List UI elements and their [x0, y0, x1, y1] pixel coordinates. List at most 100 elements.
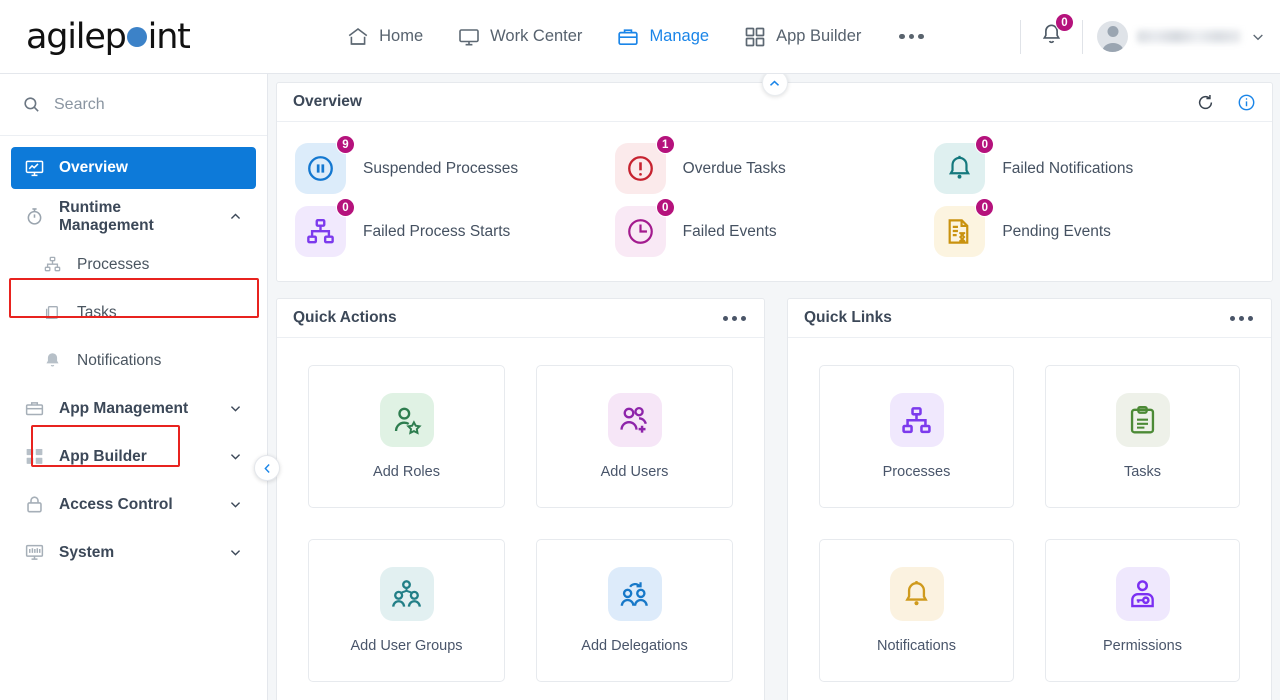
topnav-more-menu-icon[interactable]	[893, 28, 930, 46]
notification-bell-button[interactable]: 0	[1035, 12, 1074, 56]
overview-panel: Overview 9 Suspended Processes 1 Overdue…	[276, 74, 1273, 282]
tile-icon-background	[1115, 567, 1170, 621]
system-monitor-icon	[25, 544, 44, 560]
toolbox-icon	[25, 402, 44, 416]
bell-outline-icon	[905, 580, 928, 605]
quick-links-tiles: Processes Tasks Notifications Permission…	[788, 338, 1271, 700]
topnav-label-manage: Manage	[649, 27, 710, 45]
quick-links-panel: Quick Links Processes Tasks Notification…	[787, 298, 1272, 700]
sidebar-label-system: System	[59, 543, 115, 561]
top-header: agilep int Home Work Center Manage App B…	[0, 0, 1280, 74]
sidebar-label-runtime-management: Runtime Management	[59, 198, 154, 234]
tile-notifications[interactable]: Notifications	[819, 539, 1014, 682]
tile-add-users[interactable]: Add Users	[536, 365, 733, 508]
stat-label: Failed Events	[682, 222, 777, 240]
overview-actions	[1196, 93, 1256, 112]
logo-dot-icon	[126, 26, 147, 47]
sidebar-collapse-button[interactable]	[254, 455, 280, 481]
quick-actions-tiles: Add Roles Add Users Add User Groups Add …	[277, 338, 764, 700]
stat-label: Pending Events	[1002, 222, 1111, 240]
tile-add-roles[interactable]: Add Roles	[308, 365, 505, 508]
people-group-icon	[392, 579, 421, 607]
topnav-label-work-center: Work Center	[490, 27, 583, 45]
quick-links-header: Quick Links	[788, 299, 1271, 338]
logo-text-part2: int	[147, 16, 191, 57]
topnav-item-app-builder[interactable]: App Builder	[741, 21, 863, 53]
sidebar-label-processes: Processes	[77, 255, 150, 273]
stat-label: Failed Notifications	[1002, 159, 1134, 177]
tile-tasks[interactable]: Tasks	[1045, 365, 1240, 508]
chevron-left-icon	[263, 463, 270, 473]
stat-icon-wrap: 0	[934, 135, 995, 194]
refresh-icon[interactable]	[1196, 93, 1215, 112]
sidebar-item-processes[interactable]: Processes	[11, 244, 256, 285]
stat-icon-wrap: 0	[295, 198, 355, 257]
user-menu[interactable]	[1097, 21, 1266, 52]
chevron-down-icon	[230, 454, 241, 460]
stat-card-failed-notifications[interactable]: 0 Failed Notifications	[934, 135, 1254, 194]
tile-processes[interactable]: Processes	[819, 365, 1014, 508]
info-icon[interactable]	[1237, 93, 1256, 112]
quick-links-title: Quick Links	[804, 309, 892, 326]
quick-actions-title: Quick Actions	[293, 309, 397, 326]
tile-add-delegations[interactable]: Add Delegations	[536, 539, 733, 682]
stat-card-overdue-tasks[interactable]: 1 Overdue Tasks	[614, 135, 935, 194]
logo-text: agilep int	[26, 16, 191, 57]
sidebar-item-app-builder[interactable]: App Builder	[11, 436, 256, 477]
brand-logo[interactable]: agilep int	[0, 0, 268, 73]
clipboard-icon	[1130, 405, 1155, 433]
stat-badge: 0	[336, 198, 355, 217]
sidebar-item-overview[interactable]: Overview	[11, 147, 256, 189]
tile-icon-background	[379, 567, 434, 621]
stat-card-failed-process-starts[interactable]: 0 Failed Process Starts	[295, 198, 615, 257]
kebab-menu-icon[interactable]	[721, 311, 748, 326]
kebab-menu-icon[interactable]	[1228, 311, 1255, 326]
clock-icon	[627, 219, 653, 244]
topnav-item-home[interactable]: Home	[344, 21, 425, 53]
tile-label: Add Delegations	[581, 638, 688, 654]
tile-icon-background	[889, 567, 944, 621]
org-chart-icon	[44, 256, 61, 272]
lock-icon	[27, 496, 42, 513]
stat-card-failed-events[interactable]: 0 Failed Events	[614, 198, 935, 257]
stat-card-pending-events[interactable]: 0 Pending Events	[934, 198, 1254, 257]
sidebar-label-app-builder: App Builder	[59, 447, 147, 465]
stat-icon-wrap: 0	[614, 198, 675, 257]
sidebar-item-notifications[interactable]: Notifications	[11, 340, 256, 381]
topnav-label-app-builder: App Builder	[776, 27, 862, 45]
exclamation-circle-icon	[627, 156, 653, 181]
sidebar-item-tasks[interactable]: Tasks	[11, 292, 256, 333]
chevron-down-icon	[230, 406, 241, 412]
header-right-group: 0	[1006, 0, 1280, 73]
stopwatch-icon	[27, 208, 42, 225]
notification-count-badge: 0	[1055, 12, 1074, 32]
topnav-item-manage[interactable]: Manage	[614, 21, 711, 53]
stat-badge: 0	[975, 135, 995, 154]
tile-permissions[interactable]: Permissions	[1045, 539, 1240, 682]
avatar	[1097, 21, 1128, 52]
documents-icon	[45, 305, 58, 319]
pause-circle-icon	[308, 156, 333, 181]
stat-badge: 0	[655, 198, 675, 217]
stat-badge: 1	[655, 135, 675, 154]
tile-add-user-groups[interactable]: Add User Groups	[308, 539, 505, 682]
sidebar-item-access-control[interactable]: Access Control	[11, 484, 256, 525]
tile-label: Notifications	[877, 638, 956, 654]
tile-label: Add Roles	[373, 464, 440, 480]
sidebar-item-system[interactable]: System	[11, 532, 256, 573]
stat-card-suspended-processes[interactable]: 9 Suspended Processes	[295, 135, 615, 194]
chevron-down-icon	[230, 550, 241, 556]
sidebar-label-app-management: App Management	[59, 399, 189, 417]
overview-stats-grid: 9 Suspended Processes 1 Overdue Tasks 0 …	[277, 122, 1272, 281]
quick-actions-panel: Quick Actions Add Roles Add Users Add Us…	[276, 298, 765, 700]
top-navigation: Home Work Center Manage App Builder	[268, 21, 1006, 53]
topnav-item-work-center[interactable]: Work Center	[455, 21, 584, 53]
sidebar-item-runtime-management[interactable]: Runtime Management	[11, 196, 256, 237]
tile-label: Add User Groups	[350, 638, 463, 654]
home-icon	[348, 27, 368, 45]
search-placeholder: Search	[54, 95, 105, 113]
sidebar-nav-list: Overview Runtime Management Processes Ta…	[0, 136, 267, 573]
sidebar-label-access-control: Access Control	[59, 495, 173, 513]
sidebar-item-app-management[interactable]: App Management	[11, 388, 256, 429]
search-input[interactable]: Search	[0, 74, 267, 136]
